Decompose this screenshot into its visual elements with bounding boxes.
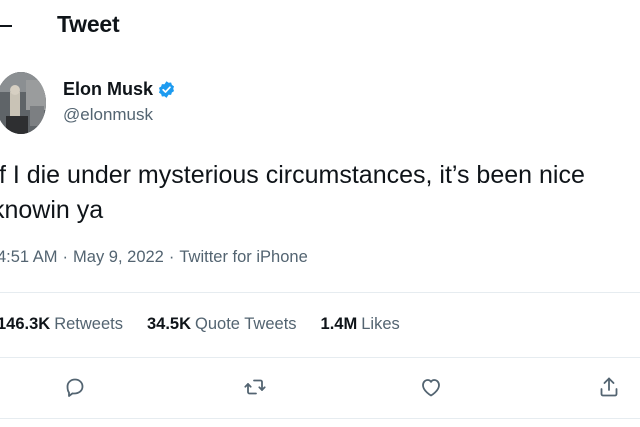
share-button[interactable] [594, 372, 624, 402]
author-name[interactable]: Elon Musk [63, 79, 176, 100]
likes-count: 1.4M [320, 315, 358, 333]
meta-separator: · [168, 248, 175, 266]
retweets-count: 146.3K [0, 315, 51, 333]
tweet-time[interactable]: 4:51 AM [0, 248, 58, 266]
meta-separator: · [62, 248, 69, 266]
tweet-text: If I die under mysterious circumstances,… [0, 158, 585, 228]
tweet-text-line: If I die under mysterious circumstances,… [0, 161, 585, 189]
divider [0, 292, 640, 293]
tweet-meta: 4:51 AM · May 9, 2022 · Twitter for iPhone [0, 248, 308, 267]
heart-icon [422, 379, 440, 397]
retweet-button[interactable] [240, 372, 270, 402]
retweets-label: Retweets [54, 315, 123, 333]
reply-button[interactable] [60, 372, 90, 402]
verified-badge-icon [157, 80, 176, 99]
retweets-stat[interactable]: 146.3K Retweets [0, 315, 123, 334]
tweet-source[interactable]: Twitter for iPhone [179, 248, 307, 266]
likes-stat[interactable]: 1.4M Likes [321, 315, 400, 334]
quote-tweets-label: Quote Tweets [195, 315, 297, 333]
reply-icon [66, 378, 84, 397]
back-button[interactable] [0, 12, 14, 40]
tweet-text-line: knowin ya [0, 196, 104, 224]
share-icon [600, 377, 618, 397]
quote-tweets-stat[interactable]: 34.5K Quote Tweets [147, 315, 297, 334]
likes-label: Likes [361, 315, 400, 333]
divider [0, 418, 640, 419]
author-handle[interactable]: @elonmusk [63, 105, 153, 125]
tweet-stats: 146.3K Retweets 34.5K Quote Tweets 1.4M Lik… [0, 315, 424, 334]
back-arrow-icon [0, 25, 12, 27]
author-name-text: Elon Musk [63, 79, 154, 99]
divider [0, 357, 640, 358]
page-title: Tweet [57, 11, 120, 37]
quote-tweets-count: 34.5K [147, 315, 192, 333]
like-button[interactable] [416, 372, 446, 402]
retweet-icon [244, 379, 266, 395]
avatar[interactable] [0, 72, 46, 134]
avatar-image [0, 72, 46, 134]
tweet-date[interactable]: May 9, 2022 [73, 248, 164, 266]
